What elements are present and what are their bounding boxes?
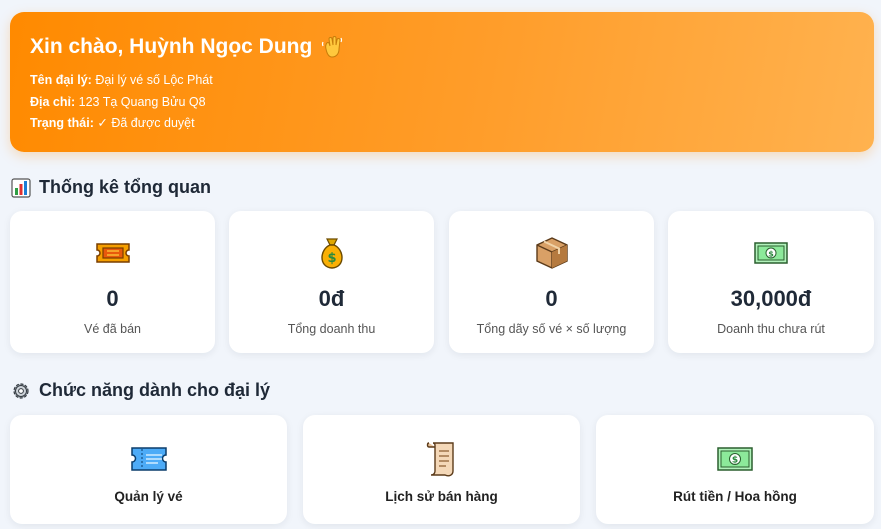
agent-name-row: Tên đại lý: Đại lý vé số Lộc Phát (30, 70, 854, 92)
stat-card-unwithdrawn-revenue: $ 30,000đ Doanh thu chưa rút (668, 211, 874, 353)
manage-tickets-button[interactable]: Quản lý vé (10, 415, 287, 524)
stat-label: Vé đã bán (84, 322, 141, 336)
stat-label: Tổng dãy số vé × số lượng (476, 322, 627, 336)
stat-value: 0đ (318, 286, 345, 311)
svg-text:$: $ (768, 250, 774, 259)
stat-label: Doanh thu chưa rút (717, 322, 825, 336)
banknote-icon: $ (753, 235, 789, 271)
address-label: Địa chỉ: (30, 94, 76, 109)
ticket-manage-icon (130, 439, 168, 479)
stat-label: Tổng doanh thu (287, 322, 376, 336)
svg-text:$: $ (327, 251, 336, 266)
status-row: Trạng thái: ✓ Đã được duyệt (30, 113, 854, 135)
functions-section-title: Chức năng dành cho đại lý (11, 380, 270, 401)
stat-card-ticket-quantity: 0 Tổng dãy số vé × số lượng (449, 211, 654, 353)
gear-icon (11, 381, 31, 401)
function-label: Quản lý vé (114, 489, 183, 504)
functions-section-label: Chức năng dành cho đại lý (39, 380, 271, 400)
waving-hand-icon (320, 35, 344, 59)
agent-name-value: Đại lý vé số Lộc Phát (95, 73, 213, 87)
bar-chart-icon (11, 177, 31, 198)
stats-section-label: Thống kê tổng quan (39, 177, 211, 197)
status-value: ✓ Đã được duyệt (97, 116, 195, 130)
withdraw-commission-button[interactable]: $ Rút tiền / Hoa hồng (596, 415, 874, 524)
welcome-banner: Xin chào, Huỳnh Ngọc Dung Tên đại lý: Đạ… (10, 12, 874, 152)
greeting-text: Xin chào, Huỳnh Ngọc Dung (30, 35, 313, 58)
address-row: Địa chỉ: 123 Tạ Quang Bửu Q8 (30, 92, 854, 114)
svg-text:$: $ (732, 456, 738, 466)
function-label: Lịch sử bán hàng (385, 489, 498, 504)
stat-card-total-revenue: $ 0đ Tổng doanh thu (229, 211, 434, 353)
agent-name-label: Tên đại lý: (30, 73, 92, 87)
package-icon (534, 235, 570, 271)
ticket-icon (95, 235, 131, 271)
sales-history-button[interactable]: Lịch sử bán hàng (303, 415, 580, 524)
banknote-icon: $ (716, 439, 754, 479)
money-bag-icon: $ (316, 235, 348, 271)
stat-value: 30,000đ (730, 286, 812, 311)
greeting-heading: Xin chào, Huỳnh Ngọc Dung (30, 34, 854, 60)
scroll-icon (425, 439, 459, 479)
function-label: Rút tiền / Hoa hồng (673, 489, 797, 504)
status-label: Trạng thái: (30, 116, 94, 130)
stat-value: 0 (106, 286, 119, 311)
stat-card-tickets-sold: 0 Vé đã bán (10, 211, 215, 353)
address-value: 123 Tạ Quang Bửu Q8 (78, 94, 206, 109)
stats-section-title: Thống kê tổng quan (11, 177, 211, 198)
stat-value: 0 (545, 286, 558, 311)
